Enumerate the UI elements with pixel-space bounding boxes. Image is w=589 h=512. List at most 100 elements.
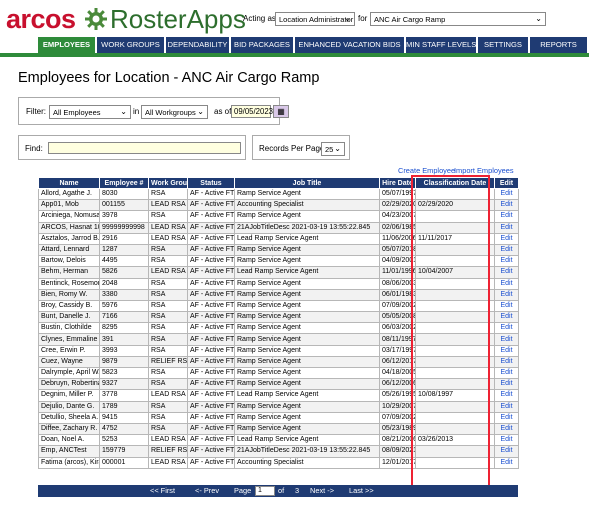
tab-bid-packages[interactable]: BID PACKAGES xyxy=(231,37,293,53)
edit-link[interactable]: Edit xyxy=(494,400,519,413)
find-input[interactable] xyxy=(48,142,241,154)
import-employees-link[interactable]: Import Employees xyxy=(454,166,514,175)
cell-job-title: Ramp Service Agent xyxy=(234,255,380,268)
records-per-page-select[interactable]: 25 ⌄ xyxy=(321,142,345,156)
cell-status: AF - Active FT xyxy=(187,299,235,313)
workgroups-filter-select[interactable]: All Workgroups ⌄ xyxy=(141,105,208,119)
edit-link[interactable]: Edit xyxy=(494,378,519,391)
edit-link[interactable]: Edit xyxy=(494,355,519,369)
tab-dependability[interactable]: DEPENDABILITY xyxy=(166,37,229,53)
cell-job-title: Ramp Service Agent xyxy=(234,299,380,313)
tab-enhanced-vacation-bids[interactable]: ENHANCED VACATION BIDS xyxy=(295,37,404,53)
edit-link[interactable]: Edit xyxy=(494,210,519,223)
edit-link[interactable]: Edit xyxy=(494,366,519,380)
main-nav: EMPLOYEES WORK GROUPS DEPENDABILITY BID … xyxy=(0,37,589,57)
edit-link[interactable]: Edit xyxy=(494,434,519,447)
edit-link[interactable]: Edit xyxy=(494,199,519,212)
cell-work-group: LEAD RSA xyxy=(148,232,188,245)
cell-job-title: Accounting Specialist xyxy=(234,199,380,212)
cell-name: Behm, Herman xyxy=(38,266,100,279)
cell-employee-number: 7166 xyxy=(99,311,149,324)
tab-reports[interactable]: REPORTS xyxy=(530,37,587,53)
cell-classification-date xyxy=(415,333,495,346)
cell-name: App01, Mob xyxy=(38,199,100,212)
cell-employee-number: 5823 xyxy=(99,366,149,380)
cell-work-group: LEAD RSA xyxy=(148,456,188,469)
cell-employee-number: 2916 xyxy=(99,232,149,245)
cell-status: AF - Active FT xyxy=(187,434,235,447)
page-select[interactable]: 1 xyxy=(255,486,275,496)
calendar-icon[interactable]: ▦ xyxy=(273,105,289,118)
chevron-down-icon: ⌄ xyxy=(344,14,351,23)
edit-link[interactable]: Edit xyxy=(494,344,519,357)
edit-link[interactable]: Edit xyxy=(494,422,519,436)
cell-name: Fatima (arcos), Kiran K. xyxy=(38,456,100,469)
table-header-row: Name Employee # Work Group Status Job Ti… xyxy=(38,177,519,189)
cell-hire-date: 05/05/2008 xyxy=(379,311,416,324)
col-header-hire-date[interactable]: Hire Date xyxy=(379,177,416,189)
edit-link[interactable]: Edit xyxy=(494,232,519,245)
as-of-label: as of xyxy=(214,107,232,116)
cell-work-group: RSA xyxy=(148,400,188,413)
cell-classification-date xyxy=(415,311,495,324)
arcos-logo: arcos xyxy=(6,4,76,34)
cell-work-group: RSA xyxy=(148,210,188,223)
as-of-date-input[interactable]: 09/05/2023 xyxy=(231,105,273,118)
cell-work-group: RSA xyxy=(148,299,188,313)
edit-link[interactable]: Edit xyxy=(494,411,519,424)
cell-employee-number: 5976 xyxy=(99,299,149,313)
edit-link[interactable]: Edit xyxy=(494,243,519,257)
role-select[interactable]: Location Administrator ⌄ xyxy=(275,12,355,26)
tab-settings[interactable]: SETTINGS xyxy=(478,37,528,53)
col-header-status[interactable]: Status xyxy=(187,177,235,189)
edit-link[interactable]: Edit xyxy=(494,266,519,279)
tab-work-groups[interactable]: WORK GROUPS xyxy=(97,37,164,53)
edit-link[interactable]: Edit xyxy=(494,299,519,313)
cell-classification-date xyxy=(415,277,495,290)
cell-job-title: Ramp Service Agent xyxy=(234,311,380,324)
first-page-link[interactable]: << First xyxy=(150,485,175,497)
cell-classification-date: 10/04/2007 xyxy=(415,266,495,279)
cell-classification-date: 10/08/1997 xyxy=(415,389,495,402)
edit-link[interactable]: Edit xyxy=(494,187,519,201)
edit-link[interactable]: Edit xyxy=(494,288,519,301)
last-page-link[interactable]: Last >> xyxy=(349,485,374,497)
edit-link[interactable]: Edit xyxy=(494,445,519,458)
records-per-page-label: Records Per Page xyxy=(259,144,325,153)
cell-classification-date xyxy=(415,322,495,335)
prev-page-link[interactable]: <- Prev xyxy=(195,485,219,497)
col-header-name[interactable]: Name xyxy=(38,177,100,189)
tab-min-staff-levels[interactable]: MIN STAFF LEVELS xyxy=(406,37,476,53)
find-panel: Find: xyxy=(18,135,246,160)
edit-link[interactable]: Edit xyxy=(494,221,519,234)
cell-work-group: RSA xyxy=(148,422,188,436)
tab-employees[interactable]: EMPLOYEES xyxy=(38,37,95,53)
location-select[interactable]: ANC Air Cargo Ramp ⌄ xyxy=(370,12,546,26)
col-header-classification-date[interactable]: Classification Date xyxy=(415,177,495,189)
cell-classification-date xyxy=(415,221,495,234)
cell-hire-date: 04/23/2007 xyxy=(379,210,416,223)
edit-link[interactable]: Edit xyxy=(494,333,519,346)
col-header-employee-number[interactable]: Employee # xyxy=(99,177,149,189)
table-row: Dejulio, Dante G. 1789 RSA AF - Active FT Ra… xyxy=(38,400,519,413)
edit-link[interactable]: Edit xyxy=(494,389,519,402)
cell-hire-date: 05/07/2018 xyxy=(379,243,416,257)
edit-link[interactable]: Edit xyxy=(494,456,519,469)
cell-hire-date: 06/12/2017 xyxy=(379,355,416,369)
col-header-job-title[interactable]: Job Title xyxy=(234,177,380,189)
cell-employee-number: 2048 xyxy=(99,277,149,290)
edit-link[interactable]: Edit xyxy=(494,277,519,290)
chevron-down-icon: ⌄ xyxy=(197,107,204,116)
edit-link[interactable]: Edit xyxy=(494,255,519,268)
next-page-link[interactable]: Next -> xyxy=(310,485,334,497)
cell-employee-number: 99999999998 xyxy=(99,221,149,234)
create-employee-link[interactable]: Create Employee xyxy=(398,166,455,175)
cell-classification-date: 02/29/2020 xyxy=(415,199,495,212)
edit-link[interactable]: Edit xyxy=(494,311,519,324)
cell-employee-number: 3778 xyxy=(99,389,149,402)
cell-status: AF - Active FT xyxy=(187,311,235,324)
edit-link[interactable]: Edit xyxy=(494,322,519,335)
employees-filter-select[interactable]: All Employees ⌄ xyxy=(49,105,131,119)
col-header-work-group[interactable]: Work Group xyxy=(148,177,188,189)
table-row: Allord, Agathe J. 8030 RSA AF - Active FT Ra… xyxy=(38,187,519,201)
